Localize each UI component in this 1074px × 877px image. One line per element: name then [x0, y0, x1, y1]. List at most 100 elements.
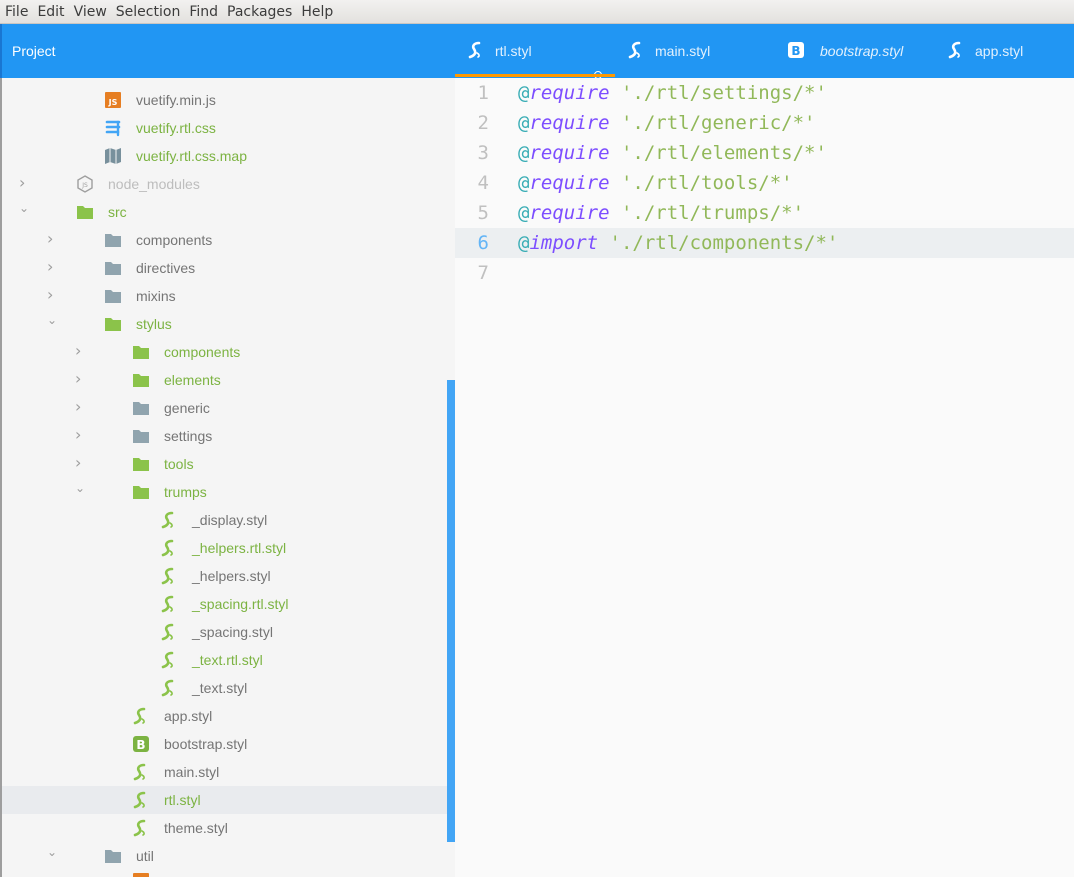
- tree-file-row[interactable]: _spacing.rtl.styl: [2, 590, 449, 618]
- tree-file-row[interactable]: main.styl: [2, 758, 449, 786]
- line-number: 4: [477, 172, 489, 194]
- folder-icon: [104, 316, 122, 332]
- tree-folder-row[interactable]: ⌄ trumps: [2, 478, 449, 506]
- chevron-right-icon[interactable]: ›: [75, 342, 81, 360]
- tree-file-row[interactable]: vuetify.rtl.css.map: [2, 142, 449, 170]
- tree-item-label: components: [136, 232, 213, 248]
- tree-file-row[interactable]: _text.styl: [2, 674, 449, 702]
- code-token: require: [529, 142, 610, 164]
- svg-text:B: B: [136, 738, 145, 752]
- chevron-down-icon[interactable]: ⌄: [75, 479, 85, 497]
- tree-item-label: _helpers.styl: [192, 568, 271, 584]
- tree-file-row[interactable]: _text.rtl.styl: [2, 646, 449, 674]
- tree-folder-row[interactable]: › components: [2, 226, 449, 254]
- tree-folder-row[interactable]: › directives: [2, 254, 449, 282]
- stylus-icon: [160, 595, 178, 613]
- folder-icon: [104, 848, 122, 864]
- chevron-right-icon[interactable]: ›: [75, 398, 81, 416]
- map-icon: [104, 147, 122, 164]
- tree-file-row[interactable]: Bbootstrap.styl: [2, 730, 449, 758]
- tree-file-row[interactable]: vuetify.rtl.css: [2, 114, 449, 142]
- chevron-right-icon[interactable]: ›: [47, 230, 53, 248]
- menu-help[interactable]: Help: [296, 1, 337, 23]
- file-tree[interactable]: JS vuetify.min.js vuetify.rtl.css vuetify.r…: [0, 78, 455, 877]
- tree-file-row[interactable]: theme.styl: [2, 814, 449, 842]
- code-text: @require './rtl/generic/*': [518, 108, 815, 138]
- code-token: import: [529, 232, 599, 254]
- chevron-right-icon[interactable]: ›: [47, 258, 53, 276]
- folder-icon: [132, 484, 150, 500]
- tree-item-label: app.styl: [164, 708, 213, 724]
- chevron-right-icon[interactable]: ›: [75, 426, 81, 444]
- tree-item-label: directives: [136, 260, 196, 276]
- tree-file-row[interactable]: JS vuetify.min.js: [2, 86, 449, 114]
- code-line[interactable]: 6 @import './rtl/components/*': [455, 228, 1074, 258]
- bootstrap-icon: B: [787, 41, 807, 61]
- menu-find[interactable]: Find: [184, 1, 222, 23]
- tree-folder-row[interactable]: › tools: [2, 450, 449, 478]
- chevron-down-icon[interactable]: ⌄: [19, 199, 29, 217]
- code-text: @require './rtl/elements/*': [518, 138, 827, 168]
- chevron-right-icon[interactable]: ›: [19, 174, 25, 192]
- code-text: @import './rtl/components/*': [518, 228, 838, 258]
- tree-item-label: tools: [164, 456, 194, 472]
- tree-row[interactable]: JS: [2, 870, 449, 877]
- tree-row[interactable]: [2, 78, 449, 86]
- menu-view[interactable]: View: [69, 1, 111, 23]
- tree-item-label: theme.styl: [164, 820, 228, 836]
- chevron-down-icon[interactable]: ⌄: [47, 311, 57, 329]
- header-bar: Project rtl.styl main.styl Bbootstrap.styl…: [0, 24, 1074, 79]
- menu-selection[interactable]: Selection: [111, 1, 185, 23]
- project-panel-title: Project: [12, 43, 56, 59]
- tree-file-row[interactable]: _spacing.styl: [2, 618, 449, 646]
- chevron-right-icon[interactable]: ›: [75, 370, 81, 388]
- chevron-right-icon[interactable]: ›: [47, 286, 53, 304]
- tree-folder-row[interactable]: › components: [2, 338, 449, 366]
- code-line[interactable]: 2 @require './rtl/generic/*': [455, 108, 1074, 138]
- code-line[interactable]: 5 @require './rtl/trumps/*': [455, 198, 1074, 228]
- tree-item-label: vuetify.min.js: [136, 92, 216, 108]
- tree-file-row[interactable]: _helpers.styl: [2, 562, 449, 590]
- tree-item-label: _helpers.rtl.styl: [192, 540, 287, 556]
- tree-folder-row[interactable]: ⌄ stylus: [2, 310, 449, 338]
- menu-packages[interactable]: Packages: [222, 1, 296, 23]
- code-token: @: [518, 232, 530, 254]
- stylus-icon: [160, 567, 178, 585]
- tree-file-row[interactable]: rtl.styl: [2, 786, 449, 814]
- stylus-icon: [160, 679, 178, 697]
- js-icon: JS: [132, 872, 150, 877]
- chevron-right-icon[interactable]: ›: [75, 454, 81, 472]
- menu-edit[interactable]: Edit: [32, 1, 68, 23]
- tree-folder-row[interactable]: › generic: [2, 394, 449, 422]
- tree-scrollbar-thumb[interactable]: [447, 380, 455, 842]
- folder-icon: [132, 372, 150, 388]
- code-token: './rtl/components/*': [609, 232, 839, 254]
- folder-icon: [132, 344, 150, 360]
- tree-file-row[interactable]: _display.styl: [2, 506, 449, 534]
- tree-folder-row[interactable]: › settings: [2, 422, 449, 450]
- chevron-down-icon[interactable]: ⌄: [47, 843, 57, 861]
- code-token: require: [529, 82, 610, 104]
- menu-file[interactable]: File: [0, 1, 32, 23]
- code-line[interactable]: 4 @require './rtl/tools/*': [455, 168, 1074, 198]
- svg-text:B: B: [791, 44, 800, 58]
- code-line[interactable]: 3 @require './rtl/elements/*': [455, 138, 1074, 168]
- tree-item-label: vuetify.rtl.css: [136, 120, 216, 136]
- stylus-icon: [160, 539, 178, 557]
- tree-folder-row[interactable]: ⌄ util: [2, 842, 449, 870]
- tree-folder-row[interactable]: › mixins: [2, 282, 449, 310]
- code-editor[interactable]: 1 @require './rtl/settings/*' 2 @require '.…: [455, 78, 1074, 877]
- code-line[interactable]: 7: [455, 258, 1074, 288]
- tree-folder-row[interactable]: ⌄ src: [2, 198, 449, 226]
- tree-item-label: mixins: [136, 288, 176, 304]
- stylus-icon: [132, 791, 150, 809]
- tree-file-row[interactable]: _helpers.rtl.styl: [2, 534, 449, 562]
- tree-folder-row[interactable]: › JS node_modules: [2, 170, 449, 198]
- tree-file-row[interactable]: app.styl: [2, 702, 449, 730]
- stylus-icon: [160, 651, 178, 669]
- tree-folder-row[interactable]: › elements: [2, 366, 449, 394]
- code-token: './rtl/trumps/*': [620, 202, 805, 224]
- code-line[interactable]: 1 @require './rtl/settings/*': [455, 78, 1074, 108]
